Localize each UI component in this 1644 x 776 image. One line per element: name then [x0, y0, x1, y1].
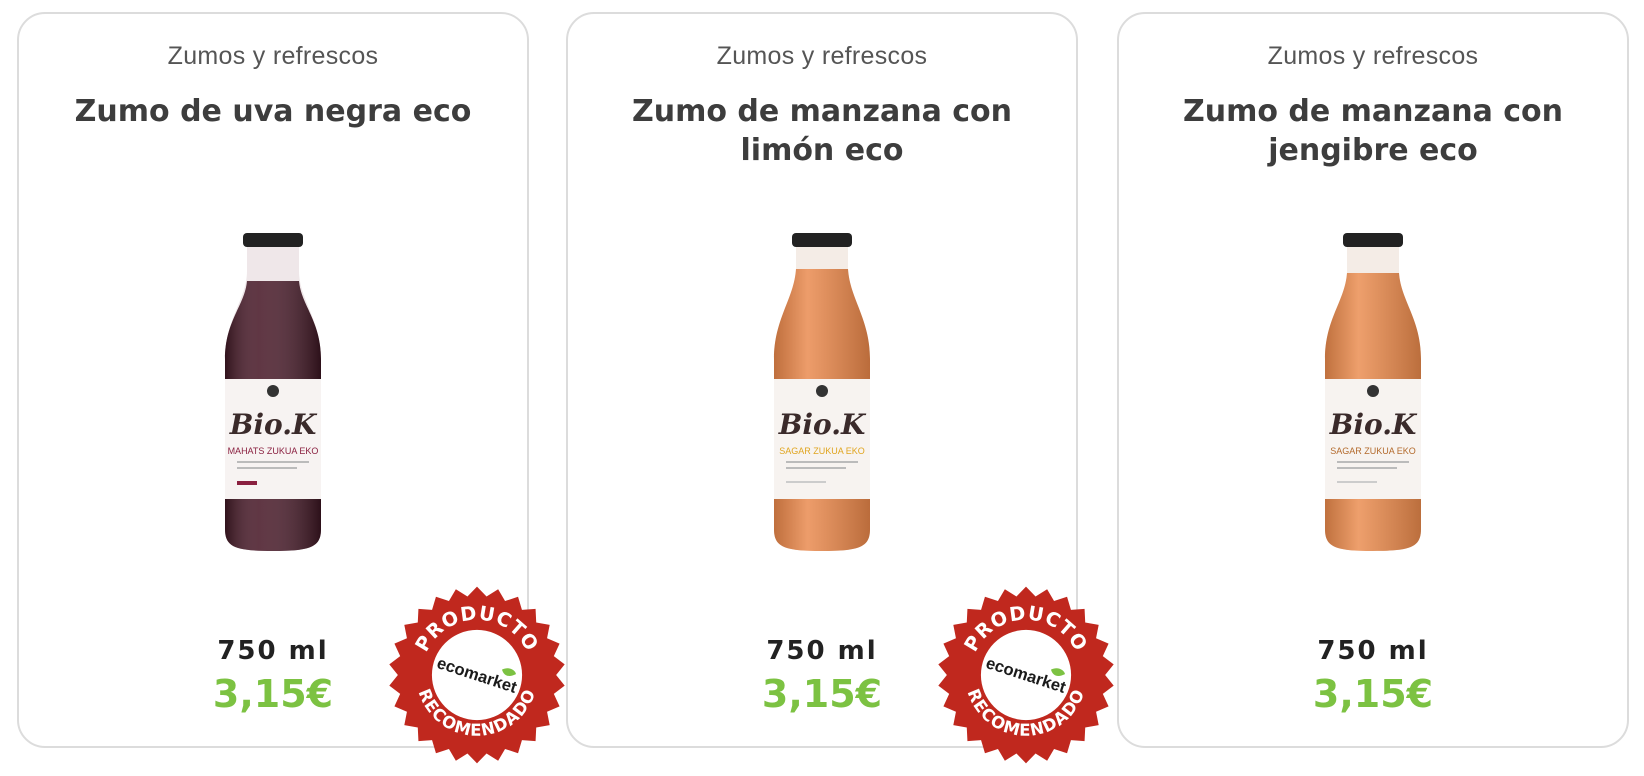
product-category: Zumos y refrescos	[167, 42, 379, 70]
product-title[interactable]: Zumo de manzana con jengibre eco	[1159, 92, 1587, 170]
bottle-brand-text: Bio.K	[1329, 408, 1418, 441]
product-price: 3,15€	[1312, 672, 1434, 716]
bottle-label-text: SAGAR ZUKUA EKO	[779, 446, 865, 456]
product-grid: Zumos y refrescos Zumo de uva negra eco …	[0, 0, 1644, 776]
product-title[interactable]: Zumo de uva negra eco	[59, 92, 487, 131]
bottle-brand-text: Bio.K	[229, 408, 318, 441]
bottle-brand-text: Bio.K	[778, 408, 867, 441]
product-category: Zumos y refrescos	[1267, 42, 1479, 70]
product-image[interactable]: Bio.K SAGAR ZUKUA EKO	[752, 229, 892, 569]
recommended-badge: PRODUCTO RECOMENDADO ecomarket	[389, 586, 565, 764]
product-category: Zumos y refrescos	[716, 42, 928, 70]
product-image[interactable]: Bio.K SAGAR ZUKUA EKO	[1303, 229, 1443, 569]
bottle-cap	[243, 233, 303, 247]
product-card[interactable]: Zumos y refrescos Zumo de manzana con je…	[1117, 12, 1629, 748]
product-title[interactable]: Zumo de manzana con limón eco	[608, 92, 1036, 170]
bottle-label-text: MAHATS ZUKUA EKO	[228, 446, 319, 456]
recommended-badge: PRODUCTO RECOMENDADO ecomarket	[938, 586, 1114, 764]
bottle-cap	[1343, 233, 1403, 247]
product-image[interactable]: Bio.K MAHATS ZUKUA EKO	[203, 229, 343, 569]
bottle-label-text: SAGAR ZUKUA EKO	[1330, 446, 1416, 456]
bottle-cap	[792, 233, 852, 247]
product-volume: 750 ml	[1317, 636, 1429, 666]
